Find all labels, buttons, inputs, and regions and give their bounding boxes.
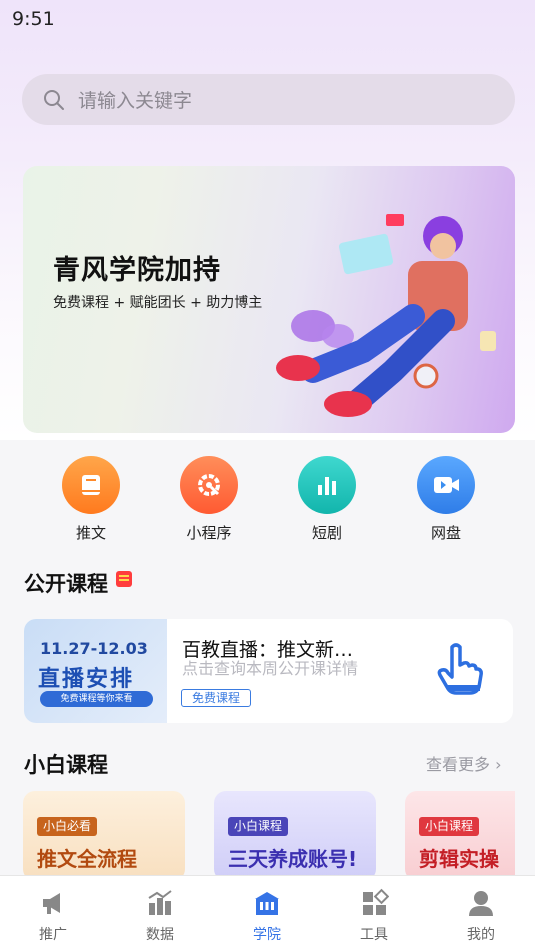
- live-badge-icon: [116, 571, 133, 587]
- course-card-2[interactable]: 小白课程 三天养成账号!: [214, 791, 376, 881]
- tab-promote[interactable]: 推广: [18, 888, 88, 944]
- course-thumbnail: 11.27-12.03 直播安排 免费课程等你来看: [24, 619, 167, 723]
- tab-label: 数据: [146, 927, 174, 943]
- section-title-text: 公开课程: [24, 572, 108, 596]
- tab-mine[interactable]: 我的: [446, 888, 516, 944]
- course-card-1[interactable]: 小白必看 推文全流程: [23, 791, 185, 881]
- quick-link-short-drama[interactable]: 短剧: [287, 456, 367, 543]
- course-card-name: 推文全流程: [37, 847, 137, 871]
- tools-grid-icon: [363, 888, 389, 915]
- tab-academy[interactable]: 学院: [232, 888, 302, 944]
- bar-chart-icon: [298, 456, 356, 514]
- course-card-tag: 小白课程: [228, 817, 289, 836]
- tab-label: 推广: [39, 927, 67, 943]
- quick-link-mini-program[interactable]: 小程序: [169, 456, 249, 543]
- public-courses-title: 公开课程: [24, 568, 133, 598]
- chart-icon: [148, 890, 172, 915]
- search-icon: [44, 89, 64, 110]
- banner-illustration: [276, 214, 496, 417]
- tab-data[interactable]: 数据: [125, 888, 195, 944]
- thumbnail-title: 直播安排: [38, 667, 135, 692]
- quick-link-label: 网盘: [430, 524, 461, 542]
- quick-link-label: 小程序: [186, 524, 232, 542]
- book-icon: [62, 456, 120, 514]
- course-card-name: 剪辑实操: [419, 847, 499, 871]
- tab-tools[interactable]: 工具: [339, 888, 409, 944]
- tab-label: 我的: [467, 927, 495, 943]
- quick-link-label: 短剧: [311, 524, 342, 542]
- tap-hand-icon: [437, 643, 483, 695]
- quick-link-label: 推文: [75, 524, 106, 542]
- banner-title: 青风学院加持: [53, 255, 221, 286]
- search-bar[interactable]: 请输入关键字: [22, 74, 515, 125]
- course-card-tag: 小白课程: [419, 817, 480, 836]
- quick-links: 推文 小程序 短剧 网盘: [0, 456, 535, 546]
- quick-link-tuiwen[interactable]: 推文: [51, 456, 131, 543]
- academy-icon: [255, 892, 279, 915]
- status-time: 9:51: [12, 8, 55, 30]
- gear-tool-icon: [180, 456, 238, 514]
- course-card-name: 三天养成账号!: [228, 847, 358, 871]
- tab-label: 工具: [360, 927, 388, 943]
- search-placeholder: 请输入关键字: [78, 90, 193, 112]
- banner-subtitle: 免费课程 + 赋能团长 + 助力博主: [53, 295, 263, 311]
- thumbnail-date: 11.27-12.03: [40, 639, 148, 658]
- user-icon: [469, 891, 493, 916]
- public-course-card[interactable]: 11.27-12.03 直播安排 免费课程等你来看 百教直播：推文新… 点击查询…: [24, 619, 513, 723]
- thumbnail-pill: 免费课程等你来看: [40, 691, 153, 707]
- chevron-right-icon: ›: [495, 755, 502, 774]
- course-card-3[interactable]: 小白课程 剪辑实操: [405, 791, 515, 881]
- megaphone-icon: [43, 893, 60, 914]
- video-camera-icon: [417, 456, 475, 514]
- quick-link-netdisk[interactable]: 网盘: [406, 456, 486, 543]
- see-more-label: 查看更多: [426, 755, 491, 774]
- course-tag: 免费课程: [181, 689, 252, 707]
- promo-banner[interactable]: 青风学院加持 免费课程 + 赋能团长 + 助力博主: [23, 166, 515, 433]
- course-subtitle: 点击查询本周公开课详情: [182, 659, 359, 678]
- bottom-tab-bar: 推广 数据 学院 工具 我的: [0, 875, 535, 951]
- tab-label: 学院: [253, 927, 281, 943]
- see-more-link[interactable]: 查看更多 ›: [426, 751, 502, 775]
- course-card-tag: 小白必看: [37, 817, 98, 836]
- beginner-courses-title: 小白课程: [24, 753, 108, 777]
